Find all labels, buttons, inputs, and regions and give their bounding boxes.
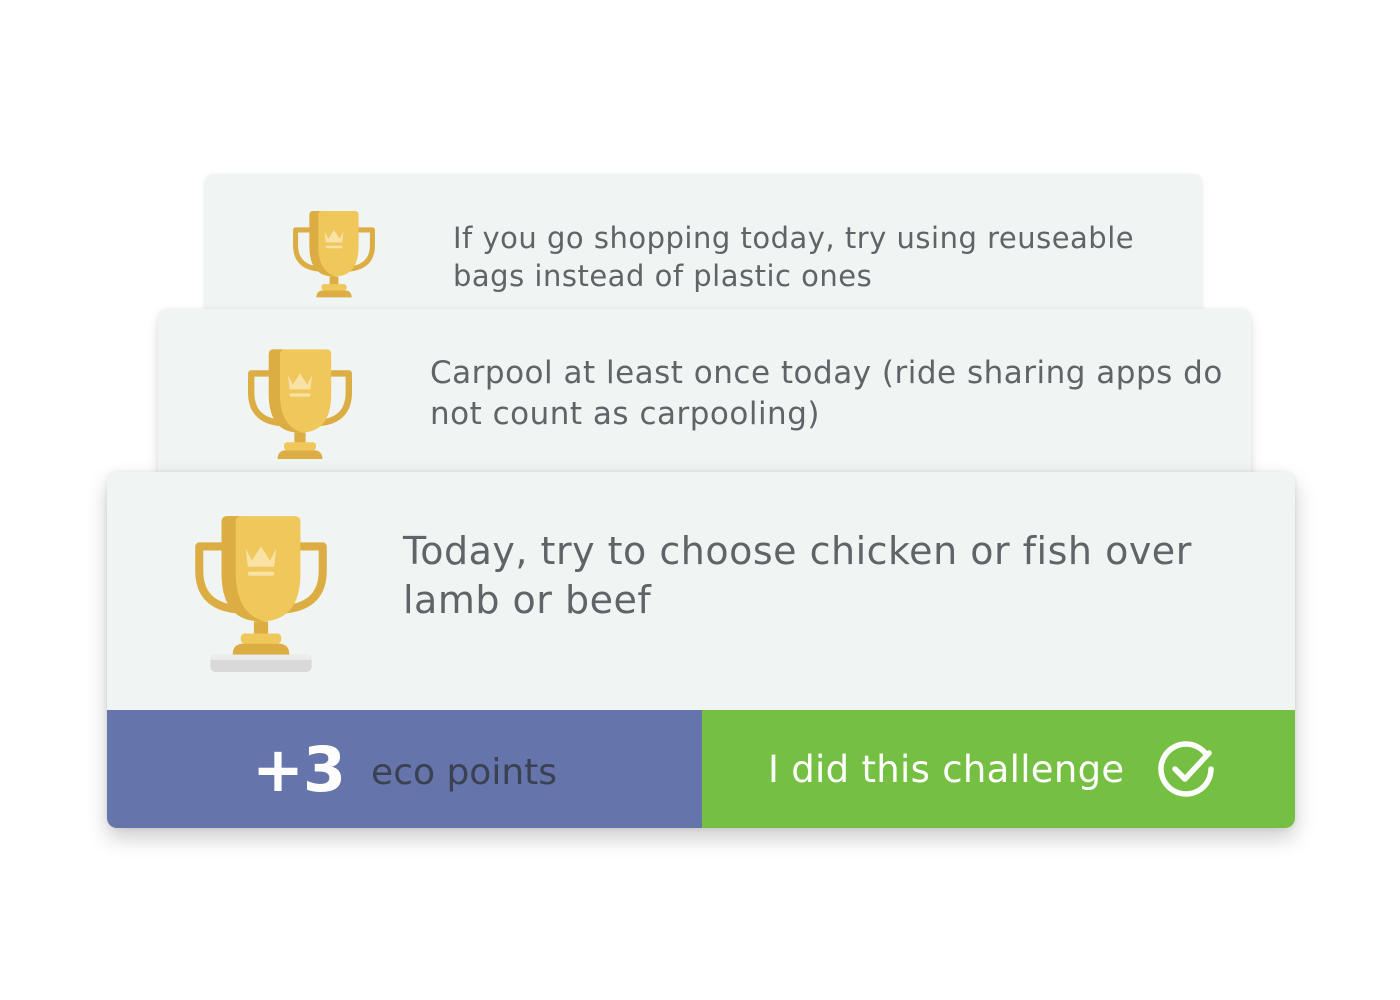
points-label: eco points xyxy=(371,751,558,793)
challenge-text: Carpool at least once today (ride sharin… xyxy=(430,355,1223,432)
complete-challenge-label: I did this challenge xyxy=(768,747,1125,791)
challenge-footer: +3 eco points I did this challenge xyxy=(107,710,1295,828)
points-value: +3 xyxy=(251,732,346,806)
complete-challenge-button[interactable]: I did this challenge xyxy=(702,710,1295,828)
trophy-icon xyxy=(195,516,327,672)
eco-points-badge: +3 eco points xyxy=(107,710,702,828)
challenge-text: Today, try to choose chicken or fish ove… xyxy=(403,529,1192,622)
trophy-icon xyxy=(248,349,352,459)
challenge-text: If you go shopping today, try using reus… xyxy=(453,221,1135,293)
challenge-card-active: Today, try to choose chicken or fish ove… xyxy=(107,472,1295,828)
check-circle-icon xyxy=(1158,741,1215,797)
trophy-icon xyxy=(293,211,375,298)
